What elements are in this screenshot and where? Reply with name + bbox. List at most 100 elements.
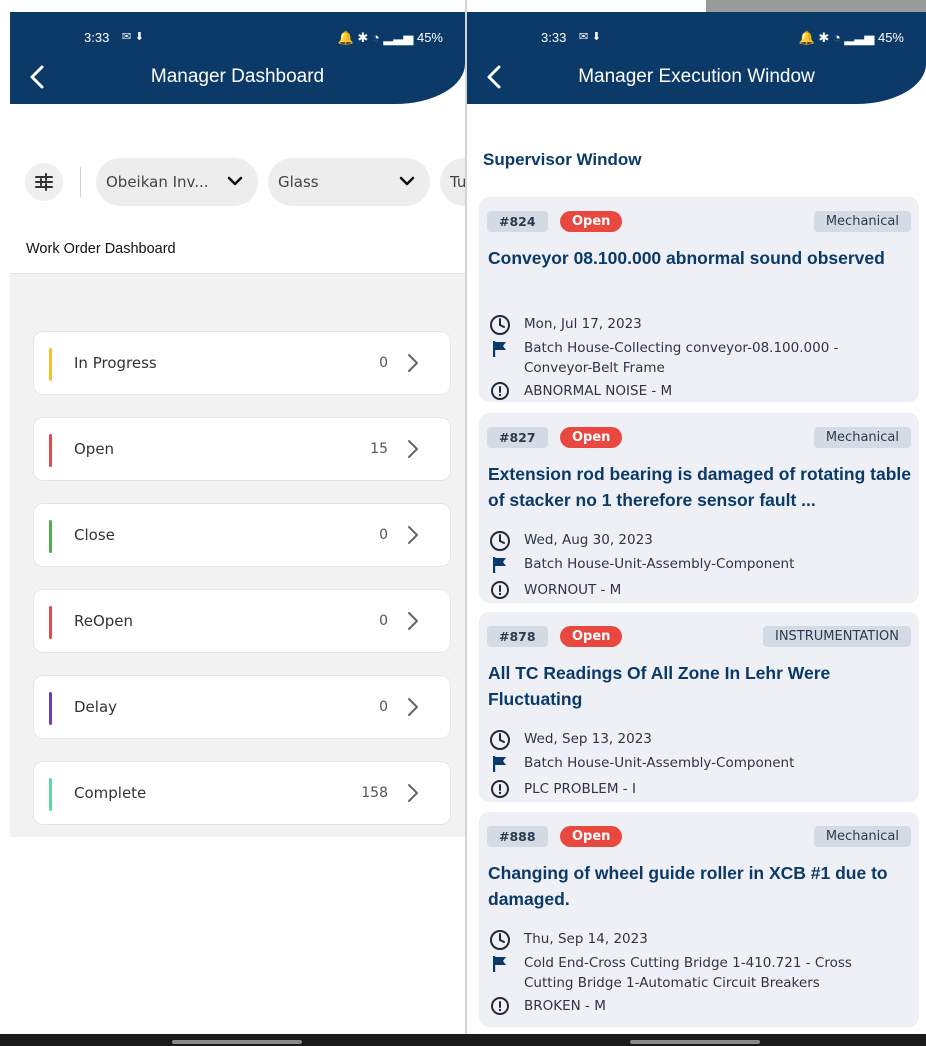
status-list-panel: In Progress 0 Open 15 Close 0 ReOpen 0 Delay 0 Com…: [10, 273, 465, 837]
flag-icon: [493, 557, 506, 573]
page-title: Manager Execution Window: [578, 66, 815, 87]
flag-icon: [493, 956, 506, 972]
chevron-right-icon: [408, 354, 418, 372]
chevron-right-icon: [408, 698, 418, 716]
status-badge: Open: [560, 427, 623, 448]
problem-text: BROKEN - M: [524, 998, 606, 1014]
notification-icons: ✉ ⬇: [579, 30, 601, 43]
section-title: Work Order Dashboard: [26, 241, 176, 257]
status-label: In Progress: [74, 354, 157, 372]
location-text-line2: Cutting Bridge 1-Automatic Circuit Break…: [524, 975, 820, 991]
app-header: 3:33 ✉ ⬇ 🔔 ✱ ◔ ▂▃▅ 45% Manager Dashboard: [10, 12, 465, 104]
status-label: Close: [74, 526, 115, 544]
status-badge: Open: [560, 211, 623, 232]
battery-status: 🔔 ✱ ◔ ▂▃▅ 45%: [338, 30, 443, 46]
location-text: Batch House-Unit-Assembly-Component: [524, 556, 795, 572]
category-badge: Mechanical: [813, 826, 911, 847]
location-text: Batch House-Collecting conveyor-08.100.0…: [524, 340, 839, 356]
status-label: Complete: [74, 784, 147, 802]
status-color-bar: [49, 434, 52, 467]
clock-icon: [490, 531, 510, 551]
status-count: 0: [379, 527, 388, 543]
status-count: 0: [379, 613, 388, 629]
problem-text: WORNOUT - M: [524, 582, 622, 598]
system-nav-bar: [0, 1034, 926, 1046]
chevron-right-icon: [408, 612, 418, 630]
manager-execution-screen: 3:33 ✉ ⬇ 🔔 ✱ ◔ ▂▃▅ 45% Manager Execution…: [467, 12, 926, 1046]
corner-photo: [706, 0, 926, 12]
work-order-title: Changing of wheel guide roller in XCB #1…: [488, 863, 888, 909]
date-text: Thu, Sep 14, 2023: [524, 931, 648, 947]
status-label: ReOpen: [74, 612, 134, 630]
status-count: 158: [361, 785, 388, 801]
location-text: Batch House-Unit-Assembly-Component: [524, 755, 795, 771]
chevron-right-icon: [408, 784, 418, 802]
work-order-title: Extension rod bearing is damaged of rota…: [488, 464, 911, 510]
type-dropdown-value: Glass: [278, 173, 319, 191]
home-indicator[interactable]: [630, 1040, 760, 1044]
app-header: 3:33 ✉ ⬇ 🔔 ✱ ◔ ▂▃▅ 45% Manager Execution…: [467, 12, 926, 104]
work-order-title: Conveyor 08.100.000 abnormal sound obser…: [488, 248, 885, 268]
battery-percent: 45%: [877, 30, 904, 45]
home-indicator[interactable]: [172, 1040, 302, 1044]
status-card[interactable]: Complete 158: [33, 761, 451, 825]
filter-row: Obeikan Inv... Glass Tu: [10, 158, 465, 208]
date-text: Wed, Sep 13, 2023: [524, 731, 652, 747]
sliders-icon: [35, 173, 53, 191]
work-order-id-badge: #878: [487, 626, 548, 647]
notification-icons: ✉ ⬇: [122, 30, 144, 43]
date-text: Mon, Jul 17, 2023: [524, 316, 642, 332]
work-order-title: All TC Readings Of All Zone In Lehr Were…: [488, 663, 831, 709]
company-dropdown-value: Obeikan Inv...: [106, 173, 209, 191]
status-color-bar: [49, 692, 52, 725]
category-badge: Mechanical: [813, 211, 911, 232]
manager-dashboard-screen: 3:33 ✉ ⬇ 🔔 ✱ ◔ ▂▃▅ 45% Manager Dashboard: [10, 12, 465, 1046]
status-bar: 3:33 ✉ ⬇ 🔔 ✱ ◔ ▂▃▅ 45%: [10, 30, 465, 50]
status-color-bar: [49, 778, 52, 811]
status-time: 3:33: [541, 30, 567, 45]
status-label: Delay: [74, 698, 118, 716]
filter-divider: [80, 167, 81, 197]
status-card[interactable]: Delay 0: [33, 675, 451, 739]
status-color-bar: [49, 348, 52, 381]
alert-pin-icon: [491, 997, 509, 1015]
work-order-card[interactable]: #827 Open Mechanical Extension rod bearing …: [479, 413, 919, 603]
filter-settings-button[interactable]: [25, 163, 63, 201]
status-badge: Open: [560, 626, 623, 647]
status-card[interactable]: Close 0: [33, 503, 451, 567]
category-badge: INSTRUMENTATION: [762, 626, 911, 647]
work-order-card[interactable]: #878 Open INSTRUMENTATION All TC Readings …: [479, 612, 919, 802]
problem-text: PLC PROBLEM - I: [524, 781, 636, 797]
page-title: Manager Dashboard: [150, 66, 325, 87]
status-label: Open: [74, 440, 115, 458]
status-count: 0: [379, 699, 388, 715]
work-order-id-badge: #888: [487, 826, 548, 847]
clock-icon: [490, 730, 510, 750]
status-count: 15: [370, 441, 388, 457]
work-order-card[interactable]: #824 Open Mechanical Conveyor 08.100.000 ab…: [479, 197, 919, 402]
clock-icon: [490, 315, 510, 335]
work-order-card[interactable]: #888 Open Mechanical Changing of wheel guid…: [479, 812, 919, 1027]
status-time: 3:33: [84, 30, 110, 45]
third-dropdown[interactable]: Tu: [440, 158, 465, 206]
type-dropdown[interactable]: Glass: [268, 158, 430, 206]
work-order-id-badge: #824: [487, 211, 548, 232]
clock-icon: [490, 930, 510, 950]
flag-icon: [493, 756, 506, 772]
status-badge: Open: [560, 826, 623, 847]
battery-status: 🔔 ✱ ◔ ▂▃▅ 45%: [799, 30, 904, 46]
chevron-down-icon: [399, 176, 415, 186]
status-card[interactable]: ReOpen 0: [33, 589, 451, 653]
alert-pin-icon: [491, 581, 509, 599]
status-count: 0: [379, 355, 388, 371]
company-dropdown[interactable]: Obeikan Inv...: [96, 158, 258, 206]
status-card[interactable]: Open 15: [33, 417, 451, 481]
status-card[interactable]: In Progress 0: [33, 331, 451, 395]
alert-pin-icon: [491, 382, 509, 400]
date-text: Wed, Aug 30, 2023: [524, 532, 653, 548]
flag-icon: [493, 341, 506, 357]
status-color-bar: [49, 520, 52, 553]
third-dropdown-value: Tu: [450, 173, 465, 191]
battery-percent: 45%: [416, 30, 443, 45]
location-text: Cold End-Cross Cutting Bridge 1-410.721 …: [524, 955, 852, 971]
